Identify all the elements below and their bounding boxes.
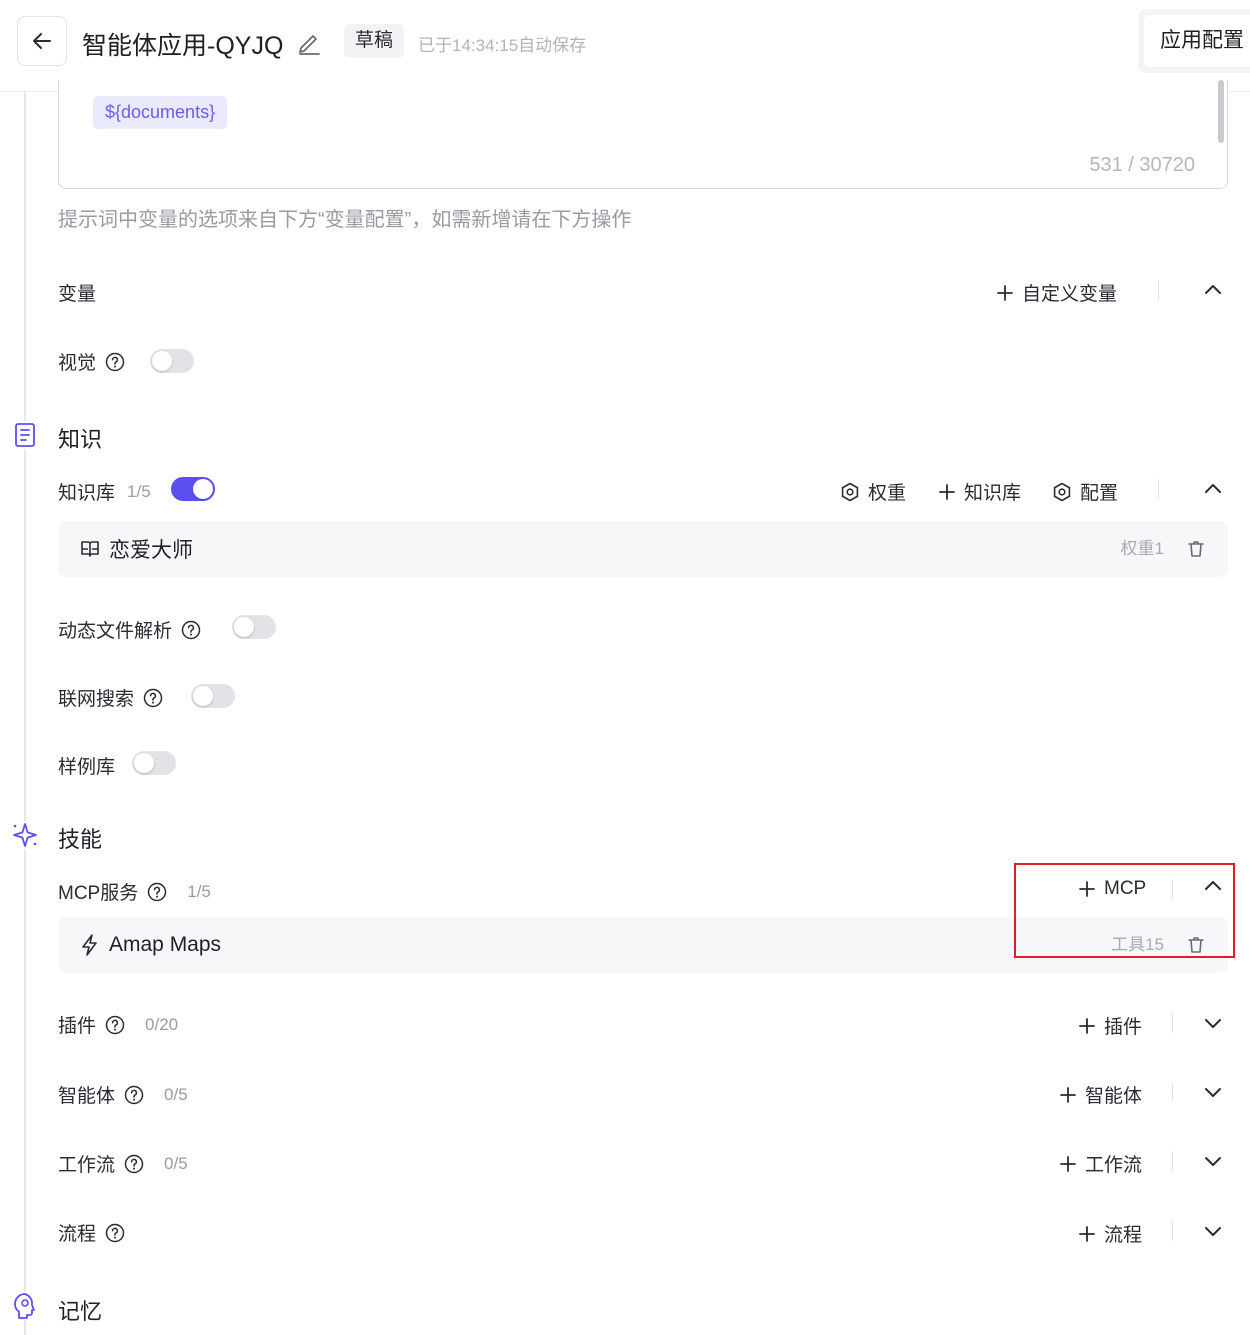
knowledge-base-weight: 权重1 xyxy=(1120,539,1164,558)
skills-section-icon xyxy=(11,821,39,849)
chevron-up-icon[interactable] xyxy=(1201,278,1225,302)
timeline-line xyxy=(24,92,26,1335)
mcp-label: MCP服务 1/5 xyxy=(58,881,211,905)
help-icon[interactable] xyxy=(143,688,163,708)
app-title: 智能体应用-QYJQ xyxy=(82,32,284,60)
workflows-label: 工作流 0/5 xyxy=(58,1153,188,1177)
trash-icon[interactable] xyxy=(1186,935,1206,955)
mcp-tool-count: 工具15 xyxy=(1111,935,1164,954)
divider xyxy=(1172,1082,1173,1102)
variables-label: 变量 xyxy=(58,284,97,305)
kb-config-button[interactable]: 配置 xyxy=(1052,478,1118,505)
agents-count: 0/5 xyxy=(164,1084,188,1104)
plugins-label: 插件 0/20 xyxy=(58,1014,179,1038)
help-icon[interactable] xyxy=(105,1015,125,1035)
workflows-count: 0/5 xyxy=(164,1153,188,1173)
trash-icon[interactable] xyxy=(1186,539,1206,559)
web-search-toggle[interactable] xyxy=(191,684,235,708)
back-button[interactable] xyxy=(17,16,67,66)
gear-icon xyxy=(1053,482,1071,501)
mcp-item-name: Amap Maps xyxy=(80,917,221,973)
chevron-down-icon[interactable] xyxy=(1201,1149,1225,1173)
help-icon[interactable] xyxy=(147,882,167,902)
mcp-item[interactable]: Amap Maps 工具15 xyxy=(58,917,1228,973)
prompt-hint: 提示词中变量的选项来自下方“变量配置”，如需新增请在下方操作 xyxy=(58,209,632,231)
prompt-editor[interactable]: ${documents} 531 / 30720 xyxy=(58,80,1228,189)
plus-icon xyxy=(1060,1155,1076,1172)
char-counter: 531 / 30720 xyxy=(1089,154,1195,176)
chevron-down-icon[interactable] xyxy=(1201,1080,1225,1104)
chevron-up-icon[interactable] xyxy=(1201,477,1225,501)
add-agent-button[interactable]: 智能体 xyxy=(1059,1081,1142,1108)
lightning-icon xyxy=(82,934,97,956)
plus-icon xyxy=(1060,1086,1076,1103)
status-badge: 草稿 xyxy=(344,24,405,58)
config-button-group: 应用配置 xyxy=(1138,9,1250,73)
vision-toggle[interactable] xyxy=(150,349,194,373)
knowledge-base-toggle[interactable] xyxy=(171,477,215,501)
help-icon[interactable] xyxy=(124,1085,144,1105)
plus-icon xyxy=(939,483,955,500)
knowledge-section-title: 知识 xyxy=(58,427,103,452)
plus-icon xyxy=(1079,881,1095,897)
divider xyxy=(1172,1151,1173,1171)
examples-toggle[interactable] xyxy=(132,751,176,775)
open-book-icon xyxy=(81,541,99,557)
examples-label: 样例库 xyxy=(58,757,116,778)
memory-section-icon xyxy=(11,1292,39,1320)
knowledge-base-item-name: 恋爱大师 xyxy=(80,521,193,577)
divider xyxy=(1172,1013,1173,1033)
add-custom-variable-button[interactable]: 自定义变量 xyxy=(996,279,1117,306)
knowledge-base-label: 知识库 1/5 xyxy=(58,481,151,505)
app-config-button[interactable]: 应用配置 xyxy=(1144,15,1250,67)
add-plugin-button[interactable]: 插件 xyxy=(1078,1012,1142,1039)
help-icon[interactable] xyxy=(181,620,201,640)
variable-chip: ${documents} xyxy=(93,96,228,129)
divider xyxy=(1172,879,1173,899)
agents-label: 智能体 0/5 xyxy=(58,1084,188,1108)
brain-icon xyxy=(14,1293,35,1319)
chevron-down-icon[interactable] xyxy=(1201,1011,1225,1035)
add-knowledge-base-button[interactable]: 知识库 xyxy=(938,478,1021,505)
knowledge-section-icon xyxy=(11,421,39,449)
knowledge-base-count: 1/5 xyxy=(127,481,151,501)
flows-label: 流程 xyxy=(58,1219,125,1246)
arrow-left-icon xyxy=(33,33,51,49)
web-search-label: 联网搜索 xyxy=(58,684,163,711)
dynamic-parse-label: 动态文件解析 xyxy=(58,616,201,643)
top-header: 智能体应用-QYJQ 草稿 已于14:34:15自动保存 应用配置 xyxy=(0,0,1250,92)
divider xyxy=(1158,281,1159,301)
help-icon[interactable] xyxy=(105,352,125,372)
plus-icon xyxy=(997,284,1013,301)
scrollbar[interactable] xyxy=(1218,80,1224,143)
knowledge-base-item[interactable]: 恋爱大师 权重1 xyxy=(58,521,1228,577)
edit-icon[interactable] xyxy=(296,29,322,55)
divider xyxy=(1172,1221,1173,1241)
help-icon[interactable] xyxy=(124,1154,144,1174)
add-flow-button[interactable]: 流程 xyxy=(1078,1220,1142,1247)
divider xyxy=(1158,479,1159,499)
add-workflow-button[interactable]: 工作流 xyxy=(1059,1150,1142,1177)
chevron-up-icon[interactable] xyxy=(1201,874,1225,898)
skills-section-title: 技能 xyxy=(58,827,103,852)
plus-icon xyxy=(1079,1225,1095,1242)
autosave-text: 已于14:34:15自动保存 xyxy=(418,36,587,55)
help-icon[interactable] xyxy=(105,1223,125,1243)
book-icon xyxy=(15,423,35,447)
weight-button[interactable]: 权重 xyxy=(840,478,906,505)
memory-section-title: 记忆 xyxy=(58,1299,103,1324)
plus-icon xyxy=(1079,1017,1095,1034)
add-mcp-button[interactable]: MCP xyxy=(1078,878,1146,900)
dynamic-parse-toggle[interactable] xyxy=(232,615,276,639)
plugins-count: 0/20 xyxy=(145,1014,179,1034)
gear-icon xyxy=(841,482,859,501)
mcp-count: 1/5 xyxy=(187,881,211,901)
vision-label: 视觉 xyxy=(58,348,125,375)
chevron-down-icon[interactable] xyxy=(1201,1219,1225,1243)
sparkle-icon xyxy=(13,823,37,847)
